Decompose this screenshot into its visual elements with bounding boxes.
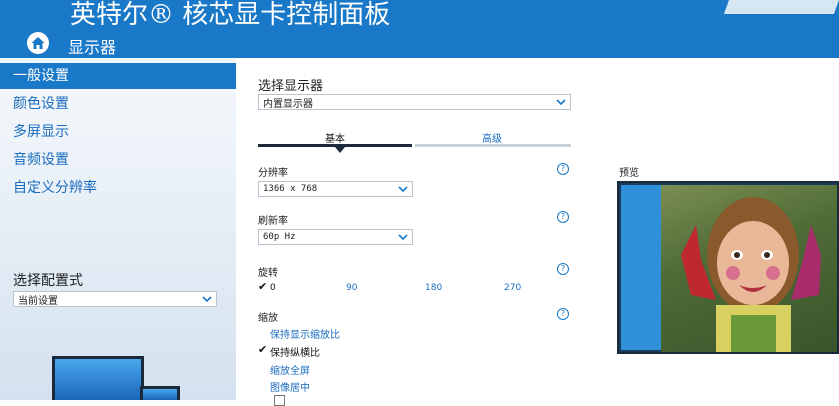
rotation-label: 旋转 (258, 268, 278, 279)
scaling-option-maintain-display-scaling[interactable]: 保持显示缩放比 (270, 326, 340, 341)
refresh-rate-help-icon[interactable]: ? (557, 211, 569, 223)
header-bar: 英特尔® 核芯显卡控制面板 显示器 (0, 0, 839, 58)
tab-active-pointer-icon (335, 147, 345, 153)
preview-pane (617, 181, 839, 354)
page-title: 显示器 (68, 38, 117, 57)
resolution-help-icon[interactable]: ? (557, 163, 569, 175)
rotation-selected-check-icon: ✔ (258, 280, 268, 293)
override-checkbox[interactable] (274, 395, 285, 406)
refresh-rate-label: 刷新率 (258, 216, 288, 227)
sidebar-item-general-settings[interactable]: 一般设置 (0, 63, 236, 89)
sidebar-item-color-settings[interactable]: 颜色设置 (0, 91, 69, 117)
tab-basic[interactable]: 基本 (258, 130, 412, 145)
chevron-down-icon (556, 99, 566, 106)
chevron-down-icon (202, 296, 212, 303)
scaling-option-scale-full-screen[interactable]: 缩放全屏 (270, 362, 310, 377)
scaling-option-maintain-aspect-ratio[interactable]: 保持纵横比 (270, 344, 320, 359)
resolution-select[interactable]: 1366 x 768 (258, 181, 413, 197)
sidebar: 一般设置 颜色设置 多屏显示 音频设置 自定义分辨率 选择配置式 (0, 58, 236, 400)
rotation-option-90[interactable]: 90 (346, 283, 357, 293)
header-corner-decoration (723, 0, 839, 14)
display-illustration-secondary (140, 386, 180, 400)
profile-select[interactable]: 当前设置 (13, 291, 217, 307)
sidebar-item-multi-display[interactable]: 多屏显示 (0, 119, 69, 145)
scaling-selected-check-icon: ✔ (258, 343, 268, 356)
display-illustration (52, 356, 144, 400)
refresh-rate-select-value: 60p Hz (263, 232, 296, 242)
preview-desktop-bar (621, 185, 661, 350)
rotation-help-icon[interactable]: ? (557, 263, 569, 275)
scaling-label: 缩放 (258, 313, 278, 324)
sidebar-item-custom-resolution[interactable]: 自定义分辨率 (0, 175, 97, 201)
rotation-option-180[interactable]: 180 (425, 283, 442, 293)
select-display-label: 选择显示器 (258, 79, 324, 94)
tab-advanced[interactable]: 高级 (415, 130, 569, 145)
preview-label: 预览 (619, 168, 639, 179)
home-icon (31, 37, 45, 49)
refresh-rate-select[interactable]: 60p Hz (258, 229, 413, 245)
resolution-select-value: 1366 x 768 (263, 184, 318, 194)
rotation-option-270[interactable]: 270 (504, 283, 521, 293)
chevron-down-icon (398, 186, 408, 193)
profile-select-label: 选择配置式 (13, 273, 83, 289)
app-title: 英特尔® 核芯显卡控制面板 (70, 0, 391, 30)
chevron-down-icon (398, 234, 408, 241)
preview-image (661, 185, 837, 352)
profile-select-value: 当前设置 (18, 295, 58, 307)
scaling-help-icon[interactable]: ? (557, 308, 569, 320)
scaling-option-center-image[interactable]: 图像居中 (270, 379, 310, 394)
rotation-option-0[interactable]: 0 (270, 283, 276, 293)
display-select-value: 内置显示器 (263, 98, 313, 110)
tab-advanced-indicator (415, 144, 571, 147)
resolution-label: 分辨率 (258, 168, 288, 179)
display-select[interactable]: 内置显示器 (258, 94, 571, 110)
sidebar-item-audio-settings[interactable]: 音频设置 (0, 147, 69, 173)
home-button[interactable] (27, 32, 49, 54)
preview-child-photo-icon (681, 197, 821, 352)
